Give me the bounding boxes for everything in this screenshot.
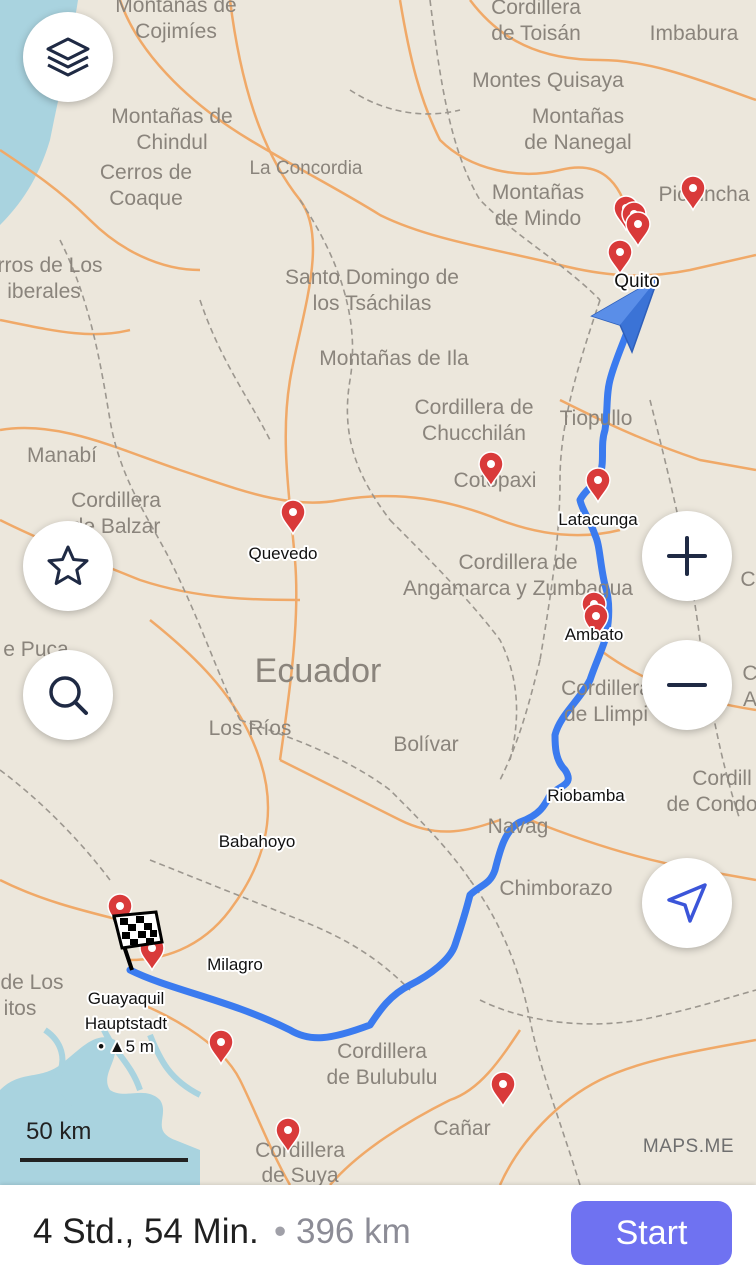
map-label: Chimborazo — [499, 877, 612, 900]
map-label: Cordillera — [255, 1139, 345, 1162]
map-label: Manabí — [27, 444, 97, 467]
search-icon — [49, 676, 88, 715]
map-label: iberales — [7, 280, 81, 303]
map-label: Montes Quisaya — [472, 69, 624, 92]
map-label: Santo Domingo de — [285, 266, 459, 289]
city-label-guayaquil: Guayaquil — [88, 989, 165, 1008]
location-arrow-icon — [667, 883, 707, 923]
city-label-subtitle: Hauptstadt — [85, 1014, 167, 1033]
map-label: Montañas — [532, 105, 624, 128]
city-label-ambato: Ambato — [565, 625, 624, 644]
map-label: Imbabura — [650, 22, 739, 45]
map-label: Montañas de — [115, 0, 236, 17]
map-label: itos — [4, 997, 37, 1020]
map-label: La Concordia — [249, 158, 362, 179]
my-position-button[interactable] — [642, 858, 732, 948]
map-label: Chucchilán — [422, 422, 526, 445]
route-duration: 4 Std., 54 Min. — [33, 1212, 259, 1251]
map-scale: 50 km — [20, 1118, 190, 1162]
map-label: C — [740, 568, 755, 591]
start-navigation-button[interactable]: Start — [571, 1201, 732, 1265]
map-label: Montañas — [492, 181, 584, 204]
zoom-out-button[interactable] — [642, 640, 732, 730]
map-label: Cordillera de — [458, 551, 577, 574]
plus-icon — [667, 536, 707, 576]
city-label-babahoyo: Babahoyo — [219, 832, 296, 851]
map-canvas[interactable]: Montañas de Cojimíes Cordillera de Toisá… — [0, 0, 756, 1185]
city-label-elevation: • ▲5 m — [98, 1037, 154, 1056]
city-label-quevedo: Quevedo — [249, 544, 318, 563]
map-label: Coaque — [109, 187, 183, 210]
route-distance: 396 km — [296, 1212, 411, 1251]
map-label: C — [742, 662, 756, 685]
scale-label: 50 km — [26, 1118, 92, 1145]
map-label: Montañas de — [111, 105, 232, 128]
map-label: Cerros de — [100, 161, 192, 184]
map-label: Cordillera — [71, 489, 161, 512]
map-label: Cordill — [692, 767, 752, 790]
map-label: Cojimíes — [135, 20, 217, 43]
map-label: Cañar — [433, 1117, 490, 1140]
map-label: Los Ríos — [209, 717, 292, 740]
map-label: A — [743, 688, 756, 711]
city-label-quito: Quito — [614, 271, 659, 292]
map-label: los Tsáchilas — [313, 292, 432, 315]
star-icon — [47, 545, 89, 585]
map-label: de Condo — [666, 793, 756, 816]
map-label: Navag — [488, 815, 549, 838]
map-label: Cordillera — [337, 1040, 427, 1063]
map-label: Cordillera — [491, 0, 581, 19]
maps-me-watermark: MAPS.ME — [642, 1136, 734, 1157]
map-label: de Mindo — [495, 207, 581, 230]
city-label-latacunga: Latacunga — [558, 510, 638, 529]
map-label: Tiopullo — [560, 407, 633, 430]
map-label: Bolívar — [393, 733, 458, 756]
bookmarks-button[interactable] — [23, 521, 113, 611]
city-label-milagro: Milagro — [207, 955, 263, 974]
minus-icon — [667, 683, 707, 687]
route-separator: • — [274, 1212, 287, 1251]
map-label: de Toisán — [491, 22, 581, 45]
layers-icon — [46, 37, 90, 77]
map-label: Chindul — [136, 131, 207, 154]
map-label: de Nanegal — [524, 131, 631, 154]
map-label: de Llimpi — [564, 703, 648, 726]
map-label: de Los — [0, 971, 63, 994]
map-label: Montañas de Ila — [319, 347, 469, 370]
layers-button[interactable] — [23, 12, 113, 102]
map-label: de Suya — [261, 1164, 338, 1185]
map-label: de Bulubulu — [327, 1066, 438, 1089]
map-label: Cordillera de — [414, 396, 533, 419]
zoom-in-button[interactable] — [642, 511, 732, 601]
search-button[interactable] — [23, 650, 113, 740]
country-label: Ecuador — [255, 652, 382, 690]
map-label: rros de Los — [0, 254, 103, 277]
map-label: Cordillera — [561, 677, 651, 700]
city-label-riobamba: Riobamba — [547, 786, 625, 805]
scale-bar — [20, 1158, 188, 1162]
